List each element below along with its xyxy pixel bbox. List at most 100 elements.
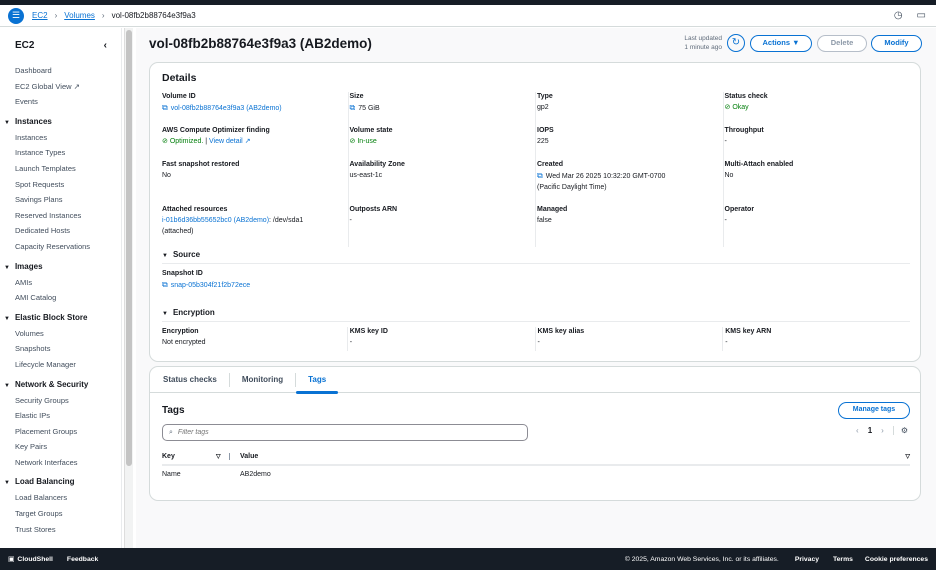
cloudshell-icon[interactable]: ▣ <box>8 555 14 563</box>
filter-tags-input[interactable] <box>177 429 508 436</box>
sidebar-scrollbar[interactable] <box>124 28 133 548</box>
sidebar-item[interactable]: Launch Templates <box>15 161 121 177</box>
caret-down-icon: ▼ <box>4 264 10 271</box>
column-key[interactable]: Key <box>162 453 216 460</box>
sidebar-item[interactable]: Elastic IPs <box>15 408 121 424</box>
volume-id-link[interactable]: vol-08fb2b88764e3f9a3 (AB2demo) <box>171 105 282 112</box>
copy-icon[interactable]: ⧉ <box>162 280 168 289</box>
actions-label: Actions <box>762 38 790 47</box>
sidebar-item[interactable]: Instance Types <box>15 145 121 161</box>
sidebar-item[interactable]: Volumes <box>15 326 121 342</box>
volume-state-label: Volume state <box>349 127 393 134</box>
sidebar-section-0[interactable]: ▼ Instances <box>4 113 121 130</box>
operator-value: - <box>724 217 727 224</box>
sort-icon[interactable]: ▽ <box>216 453 230 460</box>
breadcrumb-volumes[interactable]: Volumes <box>64 11 95 20</box>
feedback-link[interactable]: Feedback <box>67 556 98 563</box>
sidebar-section-3[interactable]: ▼ Network & Security <box>4 376 121 393</box>
last-updated-label: Last updated <box>684 35 722 42</box>
sidebar-item[interactable]: Capacity Reservations <box>15 239 121 255</box>
sidebar-item[interactable]: Placement Groups <box>15 424 121 440</box>
copy-icon[interactable]: ⧉ <box>537 171 543 180</box>
created-label: Created <box>537 161 564 168</box>
table-row: Name AB2demo <box>162 471 910 478</box>
copy-icon[interactable]: ⧉ <box>350 103 356 112</box>
sidebar-item-dashboard[interactable]: Dashboard <box>15 63 121 79</box>
type-value: gp2 <box>537 104 549 111</box>
sidebar-item-global-view[interactable]: EC2 Global View ↗ <box>15 79 121 95</box>
sidebar-section-2[interactable]: ▼ Elastic Block Store <box>4 309 121 326</box>
sidebar-item[interactable]: Security Groups <box>15 393 121 409</box>
iops-value: 225 <box>537 138 549 145</box>
attached-state: (attached) <box>162 228 194 235</box>
gear-icon[interactable]: ⚙ <box>892 426 908 435</box>
sidebar-item[interactable]: Trust Stores <box>15 522 121 538</box>
sidebar-item-events[interactable]: Events <box>15 94 121 110</box>
snapshot-link[interactable]: snap-05b304f21f2b72ece <box>171 282 250 289</box>
caret-down-icon: ▼ <box>4 119 10 126</box>
copy-icon[interactable]: ⧉ <box>162 103 168 112</box>
source-section-toggle[interactable]: ▼ Source <box>162 250 910 264</box>
modify-button[interactable]: Modify <box>871 35 922 52</box>
fast-snapshot-value: No <box>162 172 171 179</box>
caret-down-icon: ▼ <box>4 480 10 487</box>
type-label: Type <box>537 93 553 100</box>
actions-button[interactable]: Actions ▼ <box>750 35 812 52</box>
external-link-icon: ↗ <box>73 81 80 91</box>
clock-icon[interactable]: ◷ <box>894 10 903 21</box>
page-number[interactable]: 1 <box>868 426 872 435</box>
tab-tags[interactable]: Tags <box>296 373 339 394</box>
refresh-button[interactable]: ↻ <box>727 34 745 52</box>
tab-monitoring[interactable]: Monitoring <box>230 372 297 387</box>
breadcrumb-bar: ☰ EC2 › Volumes › vol-08fb2b88764e3f9a3 … <box>0 5 936 27</box>
sidebar-item[interactable]: Savings Plans <box>15 192 121 208</box>
menu-icon[interactable]: ☰ <box>8 7 24 24</box>
privacy-link[interactable]: Privacy <box>795 556 819 563</box>
kms-arn-label: KMS key ARN <box>725 328 772 335</box>
sidebar-item[interactable]: AMI Catalog <box>15 290 121 306</box>
caret-down-icon: ▼ <box>162 311 168 317</box>
tag-value: AB2demo <box>240 471 271 478</box>
volume-state-value: In-use <box>357 138 377 145</box>
sidebar-item[interactable]: Spot Requests <box>15 177 121 193</box>
next-page-icon[interactable]: › <box>881 426 884 435</box>
encryption-section-toggle[interactable]: ▼ Encryption <box>162 308 910 322</box>
view-detail-link[interactable]: View detail <box>209 138 243 145</box>
collapse-icon[interactable]: ‹ <box>104 40 107 51</box>
sidebar-section-1[interactable]: ▼ Images <box>4 258 121 275</box>
kms-alias-label: KMS key alias <box>537 328 585 335</box>
sidebar-section-4[interactable]: ▼ Load Balancing <box>4 473 121 490</box>
caret-down-icon: ▼ <box>4 315 10 322</box>
instance-link[interactable]: i-01b6d36bb55652bc0 (AB2demo) <box>162 217 269 224</box>
caret-down-icon: ▼ <box>4 382 10 389</box>
sort-icon[interactable]: ▽ <box>905 453 910 460</box>
sidebar-item[interactable]: Lifecycle Manager <box>15 357 121 373</box>
prev-page-icon[interactable]: ‹ <box>856 426 859 435</box>
sidebar-item[interactable]: Load Balancers <box>15 490 121 506</box>
tag-key: Name <box>162 471 181 478</box>
manage-tags-button[interactable]: Manage tags <box>838 402 910 419</box>
cloudshell-link[interactable]: CloudShell <box>17 556 53 563</box>
delete-button[interactable]: Delete <box>817 35 867 52</box>
az-label: Availability Zone <box>349 161 405 168</box>
sidebar-item[interactable]: Dedicated Hosts <box>15 223 121 239</box>
sidebar-item[interactable]: AMIs <box>15 275 121 291</box>
sidebar-item[interactable]: Instances <box>15 130 121 146</box>
breadcrumb-ec2[interactable]: EC2 <box>32 11 48 20</box>
chevron-right-icon: › <box>101 11 105 20</box>
sidebar-item[interactable]: Reserved Instances <box>15 208 121 224</box>
tab-status-checks[interactable]: Status checks <box>163 372 230 387</box>
caret-down-icon: ▼ <box>162 253 168 259</box>
status-check-value: Okay <box>732 104 749 111</box>
screen-icon[interactable]: ▭ <box>917 10 926 21</box>
cookie-preferences-link[interactable]: Cookie preferences <box>865 556 928 563</box>
last-updated: Last updated 1 minute ago <box>684 34 722 52</box>
scrollbar-thumb[interactable] <box>126 30 132 466</box>
terms-link[interactable]: Terms <box>833 556 853 563</box>
sidebar-item[interactable]: Snapshots <box>15 341 121 357</box>
sidebar-item[interactable]: Key Pairs <box>15 439 121 455</box>
column-value[interactable]: Value <box>240 453 905 460</box>
sidebar-item[interactable]: Network Interfaces <box>15 455 121 471</box>
size-value: 75 GiB <box>358 105 380 112</box>
sidebar-item[interactable]: Target Groups <box>15 506 121 522</box>
